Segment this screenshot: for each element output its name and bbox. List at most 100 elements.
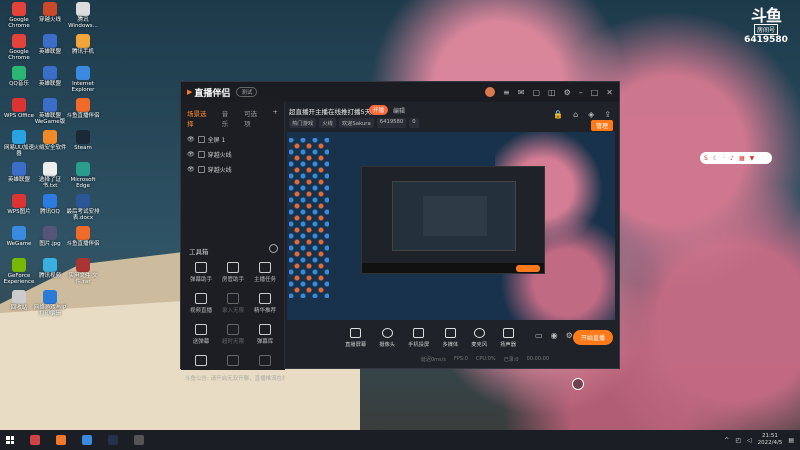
microphone-button[interactable]: 麦克风 (471, 328, 487, 348)
dot-icon[interactable]: · (723, 155, 725, 162)
desktop-icon[interactable]: 网络游戏与IP 打印编辑 (33, 290, 67, 317)
stream-title[interactable]: 超直播开主播在线推打播5天 (289, 106, 371, 116)
desktop-icon[interactable]: 腾讯手机 (66, 34, 100, 55)
desktop-icon[interactable]: 腾讯视频 (33, 258, 67, 279)
grid-icon[interactable]: ▦ (739, 155, 745, 162)
toolbox-item[interactable]: 录入无限 (217, 293, 249, 314)
desktop-icon[interactable]: QQ音乐 (2, 66, 36, 87)
lock-icon[interactable] (197, 136, 205, 143)
media-button[interactable]: 多媒体 (442, 328, 458, 348)
volume-icon[interactable]: ◁ (747, 437, 752, 444)
desktop-icon[interactable]: Steam (66, 130, 100, 151)
desktop-icon[interactable]: 回收站 (2, 290, 36, 311)
start-live-button[interactable]: 开始直播 (572, 330, 613, 345)
taskbar-douyu-icon[interactable] (56, 435, 66, 445)
desktop-icon[interactable]: Google Chrome (2, 2, 36, 29)
tab-scenes[interactable]: 场景选择 (187, 108, 212, 128)
desktop-icon[interactable]: 腾讯 Windows... (66, 2, 100, 29)
shirt-icon[interactable]: ▼ (750, 155, 755, 162)
desktop-icon[interactable]: Google Chrome (2, 34, 36, 61)
chart-icon[interactable]: ◈ (588, 110, 594, 119)
desktop-icon[interactable]: 图片.jpg (33, 226, 67, 247)
stream-preview[interactable] (287, 132, 615, 320)
settings-icon[interactable]: ⚙ (564, 88, 571, 97)
phone-cast-button[interactable]: 手机投屏 (408, 328, 429, 348)
toolbox-item[interactable]: 视频直播 (185, 293, 217, 314)
screen-capture-button[interactable]: 直播屏幕 (345, 328, 366, 348)
game-chip[interactable]: 火线 (319, 118, 336, 128)
desktop-icon[interactable]: WPS Office (2, 98, 36, 119)
desktop-icon[interactable]: 英雄联盟 (33, 34, 67, 55)
toolbox-item[interactable] (185, 355, 217, 368)
camera-button[interactable]: 摄像头 (379, 328, 395, 348)
share-icon[interactable]: ⇪ (604, 110, 611, 119)
scene-item[interactable]: 👁 全屏 1 (181, 132, 284, 147)
tab-music[interactable]: 音乐 (222, 108, 234, 128)
eye-icon[interactable]: 👁 (187, 151, 195, 158)
desktop-icon[interactable]: 最后考试安排 表.docx (66, 194, 100, 221)
lock-icon[interactable] (197, 151, 205, 158)
desktop-icon[interactable]: 英雄联盟 (2, 162, 36, 183)
desktop-icon[interactable]: 穿越火线 (33, 2, 67, 23)
moon-icon[interactable]: ☾ (713, 155, 718, 162)
record-icon[interactable]: ▭ (535, 331, 543, 340)
toolbox-item[interactable]: 房管助手 (217, 262, 249, 283)
network-icon[interactable]: ◰ (735, 437, 741, 444)
floating-toolbar[interactable]: S ☾ · ♪ ▦ ▼ (700, 152, 772, 164)
toolbox-item[interactable]: 精华推荐 (249, 293, 281, 314)
desktop-icon[interactable]: Internet Explorer (66, 66, 100, 93)
clock[interactable]: 21:51 2022/4/5 (758, 433, 783, 446)
avatar[interactable] (485, 87, 496, 97)
close-icon[interactable]: ✕ (606, 88, 613, 97)
user-menu-icon[interactable]: ≡ (503, 88, 510, 97)
category-chip[interactable]: 热门游戏 (289, 118, 317, 128)
taskbar-app-icon[interactable] (82, 435, 92, 445)
toolbox-item[interactable]: 弹幕助手 (185, 262, 217, 283)
windows-start-icon[interactable] (6, 436, 14, 444)
minimize-icon[interactable]: – (579, 88, 583, 97)
desktop-icon[interactable]: GeForce Experience (2, 258, 36, 285)
desktop-icon[interactable]: WPS图片 (2, 194, 36, 215)
toolbox-item[interactable]: 超时无限 (217, 324, 249, 345)
edit-link[interactable]: 编辑 (393, 106, 405, 115)
desktop-icon[interactable]: 实用文件 文件.rar (66, 258, 100, 285)
scene-item[interactable]: 👁 穿越火线 (181, 147, 284, 162)
bag-icon[interactable]: ◫ (548, 88, 556, 97)
scene-item[interactable]: 👁 穿越火线 (181, 162, 284, 177)
desktop-icon[interactable]: 英雄联盟 WeGame版 (33, 98, 67, 125)
taskbar-app-icon[interactable] (30, 435, 40, 445)
lock-icon[interactable]: 🔒 (553, 110, 563, 119)
toolbox-item[interactable]: 主播任务 (249, 262, 281, 283)
desktop-icon[interactable]: 斗鱼直播伴侣 (66, 226, 100, 247)
desktop-icon[interactable]: Microsoft Edge (66, 162, 100, 189)
desktop-icon[interactable]: 腾讯QQ (33, 194, 67, 215)
floating-ball[interactable] (572, 378, 584, 390)
box-icon[interactable]: ▢ (532, 88, 540, 97)
taskbar-app-icon[interactable] (134, 435, 144, 445)
message-icon[interactable]: ✉ (518, 88, 525, 97)
toolbox-item[interactable] (217, 355, 249, 368)
gear-icon[interactable]: ⚙ (566, 331, 573, 340)
maximize-icon[interactable]: □ (591, 88, 599, 97)
tab-options[interactable]: 可选项 (244, 108, 263, 128)
desktop-icon[interactable]: 英雄联盟 (33, 66, 67, 87)
speaker-button[interactable]: 扬声器 (500, 328, 516, 348)
notification-icon[interactable]: ▤ (788, 437, 794, 444)
desktop-icon[interactable]: 网易UU加速器 (2, 130, 36, 157)
desktop-icon[interactable]: 选择了证书.txt (33, 162, 67, 189)
toolbox-item[interactable] (249, 355, 281, 368)
s-icon[interactable]: S (704, 155, 708, 162)
toolbox-settings-icon[interactable] (269, 244, 278, 253)
desktop-icon[interactable]: 斗鱼直播伴侣 (66, 98, 100, 119)
gift-icon[interactable]: ⌂ (573, 110, 578, 119)
eye-icon[interactable]: ◉ (551, 331, 558, 340)
toolbox-item[interactable]: 弹幕库 (249, 324, 281, 345)
tray-up-icon[interactable]: ^ (724, 437, 729, 444)
eye-icon[interactable]: 👁 (187, 166, 195, 173)
lock-icon[interactable] (197, 166, 205, 173)
mic-icon[interactable]: ♪ (730, 155, 734, 162)
add-scene-icon[interactable]: + (273, 108, 278, 128)
taskbar-steam-icon[interactable] (108, 435, 118, 445)
manage-button[interactable]: 管理 (590, 120, 613, 131)
eye-icon[interactable]: 👁 (187, 136, 195, 143)
